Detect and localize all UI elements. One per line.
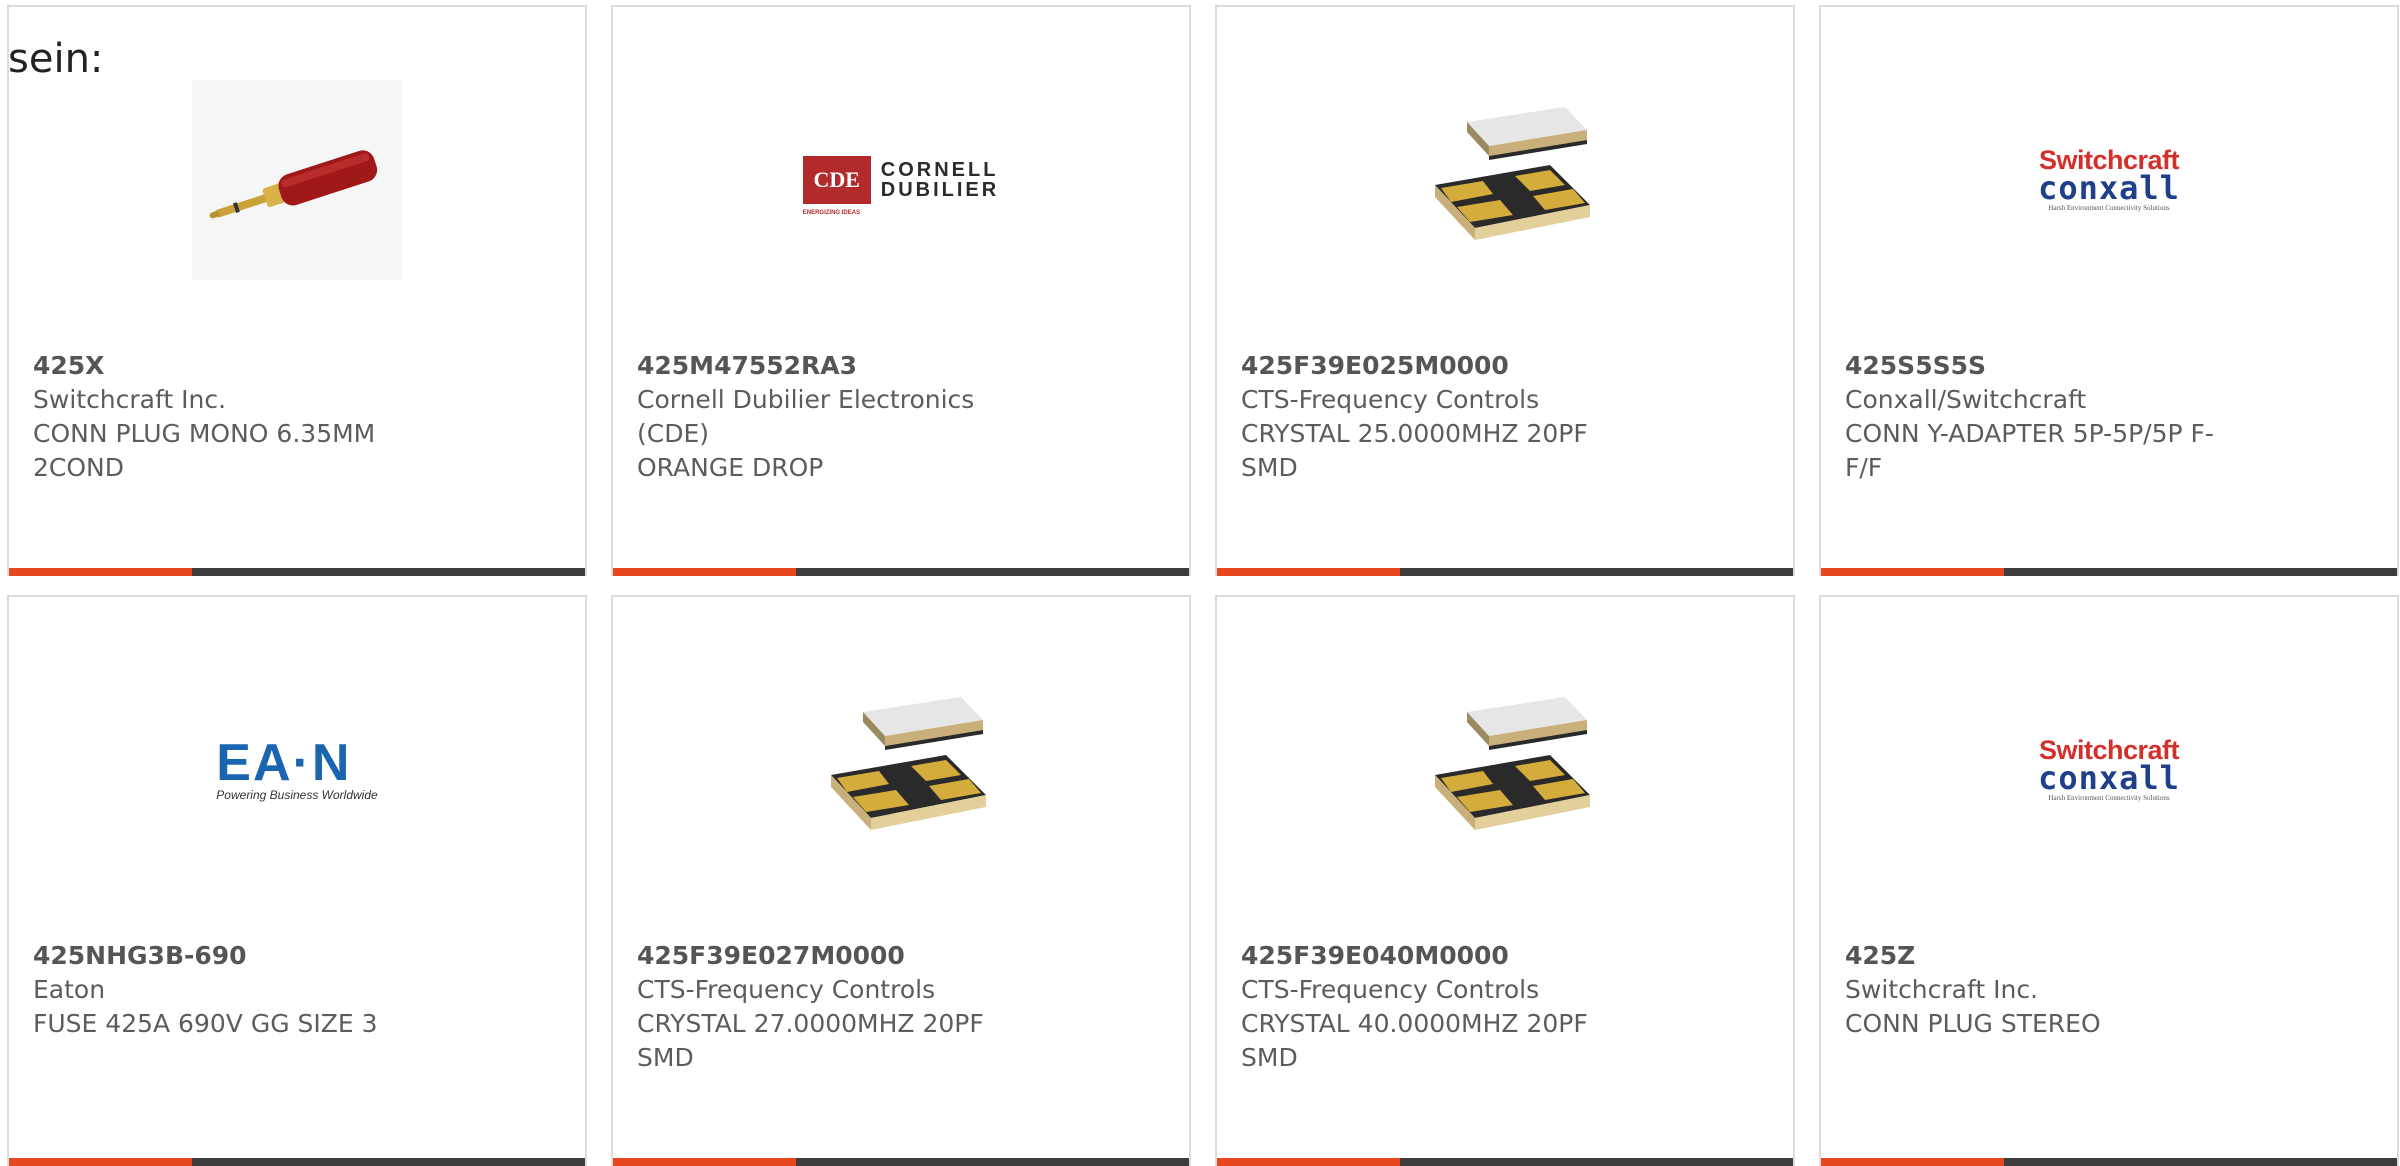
manufacturer: CTS-Frequency Controls — [637, 975, 936, 1004]
part-number[interactable]: 425F39E025M0000 — [1241, 349, 1641, 383]
product-image[interactable]: Switchcraft conxall Harsh Environment Co… — [1821, 665, 2397, 875]
product-card[interactable]: Switchcraft conxall Harsh Environment Co… — [1819, 5, 2399, 576]
conxall-logo-text: conxall — [2038, 759, 2180, 797]
eaton-logo-text: EA·N — [216, 734, 352, 792]
part-number[interactable]: 425M47552RA3 — [637, 349, 1037, 383]
product-card[interactable]: 425F39E025M0000 CTS-Frequency Controls C… — [1215, 5, 1795, 576]
conxall-logo-tagline: Harsh Environment Connectivity Solutions — [2048, 204, 2170, 212]
product-text: 425S5S5S Conxall/Switchcraft CONN Y-ADAP… — [1845, 349, 2245, 485]
manufacturer: Conxall/Switchcraft — [1845, 385, 2087, 414]
product-image[interactable]: Switchcraft conxall Harsh Environment Co… — [1821, 75, 2397, 285]
description: ORANGE DROP — [637, 453, 824, 482]
product-card[interactable]: 425F39E040M0000 CTS-Frequency Controls C… — [1215, 595, 1795, 1166]
card-accent — [1821, 1158, 2004, 1166]
product-image[interactable] — [1217, 665, 1793, 875]
manufacturer: Cornell Dubilier Electronics (CDE) — [637, 385, 975, 448]
crystal-icon — [831, 697, 986, 830]
page-caption: sein: — [8, 36, 104, 82]
product-text: 425F39E040M0000 CTS-Frequency Controls C… — [1241, 939, 1641, 1075]
manufacturer: CTS-Frequency Controls — [1241, 975, 1540, 1004]
card-accent — [1217, 1158, 1400, 1166]
product-image[interactable] — [613, 665, 1189, 875]
product-card[interactable]: Switchcraft conxall Harsh Environment Co… — [1819, 595, 2399, 1166]
part-number[interactable]: 425S5S5S — [1845, 349, 2245, 383]
part-number[interactable]: 425X — [33, 349, 433, 383]
product-image[interactable] — [9, 75, 585, 285]
description: CRYSTAL 40.0000MHZ 20PF SMD — [1241, 1009, 1588, 1072]
card-accent — [613, 1158, 796, 1166]
conxall-logo-text: conxall — [2038, 169, 2180, 207]
card-bottom-bar — [613, 568, 1189, 576]
card-bottom-bar — [613, 1158, 1189, 1166]
card-bottom-bar — [9, 1158, 585, 1166]
card-accent — [9, 568, 192, 576]
product-image[interactable] — [1217, 75, 1793, 285]
part-number[interactable]: 425F39E040M0000 — [1241, 939, 1641, 973]
product-text: 425M47552RA3 Cornell Dubilier Electronic… — [637, 349, 1037, 485]
description: CONN PLUG STEREO — [1845, 1009, 2101, 1038]
manufacturer: CTS-Frequency Controls — [1241, 385, 1540, 414]
eaton-logo-tagline: Powering Business Worldwide — [216, 788, 378, 802]
product-image[interactable]: EA·N Powering Business Worldwide — [9, 665, 585, 875]
conxall-logo-tagline: Harsh Environment Connectivity Solutions — [2048, 794, 2170, 802]
card-bottom-bar — [1821, 568, 2397, 576]
cde-logo-line2: DUBILIER — [880, 179, 1000, 201]
manufacturer: Eaton — [33, 975, 106, 1004]
card-accent — [1217, 568, 1400, 576]
cde-logo: CDE ENERGIZING IDEAS CORNELL DUBILIER — [802, 156, 999, 216]
card-bottom-bar — [1217, 1158, 1793, 1166]
part-number[interactable]: 425F39E027M0000 — [637, 939, 1037, 973]
card-bottom-bar — [9, 568, 585, 576]
product-text: 425F39E025M0000 CTS-Frequency Controls C… — [1241, 349, 1641, 485]
description: CONN Y-ADAPTER 5P-5P/5P F-F/F — [1845, 419, 2214, 482]
product-card[interactable]: CDE ENERGIZING IDEAS CORNELL DUBILIER 42… — [611, 5, 1191, 576]
product-card[interactable]: EA·N Powering Business Worldwide 425NHG3… — [7, 595, 587, 1166]
cde-logo-box-text: CDE — [813, 167, 860, 192]
product-text: 425NHG3B-690 Eaton FUSE 425A 690V GG SIZ… — [33, 939, 433, 1041]
cde-logo-line1: CORNELL — [880, 159, 999, 181]
product-card[interactable]: 425F39E027M0000 CTS-Frequency Controls C… — [611, 595, 1191, 1166]
card-accent — [9, 1158, 192, 1166]
crystal-icon — [1435, 697, 1590, 830]
cde-logo-box: CDE ENERGIZING IDEAS — [802, 156, 871, 216]
manufacturer: Switchcraft Inc. — [1845, 975, 2039, 1004]
description: CONN PLUG MONO 6.35MM 2COND — [33, 419, 376, 482]
product-text: 425X Switchcraft Inc. CONN PLUG MONO 6.3… — [33, 349, 433, 485]
description: CRYSTAL 27.0000MHZ 20PF SMD — [637, 1009, 984, 1072]
eaton-logo: EA·N Powering Business Worldwide — [216, 734, 378, 802]
description: FUSE 425A 690V GG SIZE 3 — [33, 1009, 378, 1038]
crystal-icon — [1435, 107, 1590, 240]
manufacturer: Switchcraft Inc. — [33, 385, 227, 414]
card-accent — [613, 568, 796, 576]
switchcraft-conxall-logo: Switchcraft conxall Harsh Environment Co… — [2038, 737, 2180, 803]
card-bottom-bar — [1217, 568, 1793, 576]
cde-logo-words: CORNELL DUBILIER — [881, 160, 999, 200]
product-card[interactable]: 425X Switchcraft Inc. CONN PLUG MONO 6.3… — [7, 5, 587, 576]
card-accent — [1821, 568, 2004, 576]
product-text: 425F39E027M0000 CTS-Frequency Controls C… — [637, 939, 1037, 1075]
cde-logo-tagline: ENERGIZING IDEAS — [802, 210, 861, 216]
description: CRYSTAL 25.0000MHZ 20PF SMD — [1241, 419, 1588, 482]
switchcraft-conxall-logo: Switchcraft conxall Harsh Environment Co… — [2038, 147, 2180, 213]
part-number[interactable]: 425Z — [1845, 939, 2245, 973]
product-text: 425Z Switchcraft Inc. CONN PLUG STEREO — [1845, 939, 2245, 1041]
part-number[interactable]: 425NHG3B-690 — [33, 939, 433, 973]
mono-plug-icon — [192, 80, 402, 280]
product-image[interactable]: CDE ENERGIZING IDEAS CORNELL DUBILIER — [613, 75, 1189, 285]
card-bottom-bar — [1821, 1158, 2397, 1166]
